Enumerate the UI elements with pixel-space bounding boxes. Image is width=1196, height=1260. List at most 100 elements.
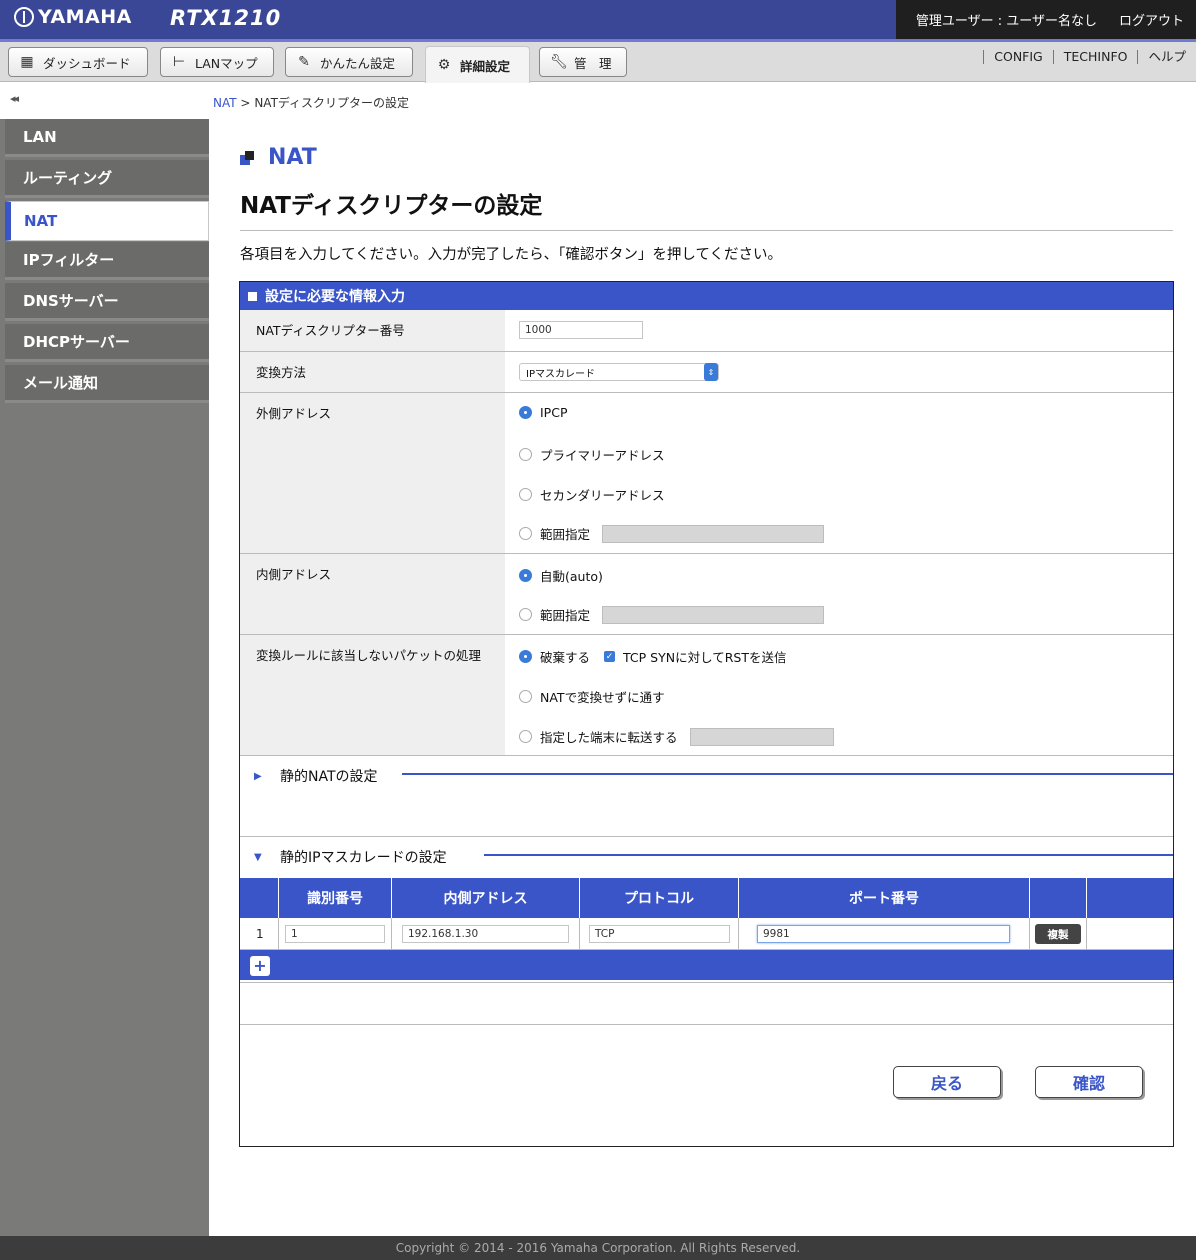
copy-button[interactable]: 複製 — [1035, 924, 1081, 944]
section-square-icon — [240, 151, 254, 165]
tab-easy-setup[interactable]: ✎ かんたん設定 — [285, 47, 413, 77]
tcp-syn-checkbox[interactable]: ✓ — [604, 651, 616, 662]
forward-host-input[interactable] — [689, 727, 834, 746]
row-descriptor-number: NATディスクリプター番号 1000 — [240, 310, 1173, 352]
top-header: YAMAHA RTX1210 管理ユーザー : ユーザー名なし ログアウト — [0, 0, 1196, 39]
back-button[interactable]: 戻る — [893, 1066, 1001, 1098]
outer-option-secondary[interactable]: セカンダリーアドレス — [519, 485, 665, 504]
user-label: 管理ユーザー : ユーザー名なし — [915, 14, 1097, 29]
lan-map-icon: ⊢ — [172, 54, 186, 70]
gear-icon: ⚙ — [437, 57, 451, 73]
wand-icon: ✎ — [298, 54, 310, 70]
radio-icon[interactable] — [519, 690, 532, 703]
row-conversion-method: 変換方法 IPマスカレード ⇕ — [240, 352, 1173, 393]
add-row-bar: + — [240, 950, 1173, 980]
descriptor-number-input[interactable]: 1000 — [519, 321, 643, 339]
user-area: 管理ユーザー : ユーザー名なし ログアウト — [896, 0, 1196, 39]
unmatched-option-discard[interactable]: 破棄する ✓ TCP SYNに対してRSTを送信 — [519, 647, 786, 666]
inner-range-input[interactable] — [602, 605, 825, 624]
square-bullet-icon — [248, 291, 257, 301]
footer-copyright: Copyright © 2014 - 2016 Yamaha Corporati… — [0, 1236, 1196, 1260]
static-masquerade-rule — [484, 854, 1173, 856]
config-link[interactable]: CONFIG — [983, 50, 1052, 64]
add-row-button[interactable]: + — [250, 956, 270, 976]
section-title: NAT — [268, 145, 317, 170]
col-header-copy — [1029, 878, 1086, 918]
sidebar-item-dns-server[interactable]: DNSサーバー — [5, 283, 209, 321]
sidebar-item-ip-filter[interactable]: IPフィルター — [5, 242, 209, 280]
row-inner-address: 内側アドレス 自動(auto) 範囲指定 — [240, 554, 1173, 635]
conversion-method-label: 変換方法 — [240, 352, 505, 392]
sidebar-item-mail-notify[interactable]: メール通知 — [5, 365, 209, 403]
dashboard-icon: ▦ — [20, 54, 34, 70]
breadcrumb-nat-link[interactable]: NAT — [213, 96, 237, 110]
inner-option-range[interactable]: 範囲指定 — [519, 605, 825, 624]
outer-option-primary[interactable]: プライマリーアドレス — [519, 445, 665, 464]
port-input[interactable]: 9981 — [757, 925, 1010, 943]
row-unmatched-packets: 変換ルールに該当しないパケットの処理 破棄する ✓ TCP SYNに対してRST… — [240, 635, 1173, 756]
static-nat-section — [240, 756, 1173, 837]
outer-address-label: 外側アドレス — [240, 393, 505, 553]
radio-icon[interactable] — [519, 730, 532, 743]
outer-option-ipcp[interactable]: IPCP — [519, 405, 568, 420]
conversion-method-select[interactable]: IPマスカレード ⇕ — [519, 363, 719, 381]
title-divider — [240, 230, 1173, 231]
wrench-icon: 🔧︎ — [550, 54, 568, 70]
tab-lan-map[interactable]: ⊢ LANマップ — [160, 47, 274, 77]
sidebar-item-dhcp-server[interactable]: DHCPサーバー — [5, 324, 209, 362]
help-link[interactable]: ヘルプ — [1137, 50, 1196, 64]
col-header-id: 識別番号 — [278, 878, 391, 918]
id-input[interactable]: 1 — [285, 925, 385, 943]
radio-icon[interactable] — [519, 608, 532, 621]
row-index: 1 — [256, 927, 264, 941]
settings-form-panel: 設定に必要な情報入力 NATディスクリプター番号 1000 変換方法 IPマスカ… — [239, 281, 1174, 1147]
form-heading: 設定に必要な情報入力 — [240, 282, 1173, 310]
radio-icon[interactable] — [519, 527, 532, 540]
yamaha-logo: YAMAHA — [14, 6, 132, 28]
collapse-arrow-icon[interactable]: ◂◂ — [10, 92, 19, 105]
row-outer-address: 外側アドレス IPCP プライマリーアドレス セカンダリーアドレス 範囲指定 — [240, 393, 1173, 554]
top-links: CONFIG TECHINFO ヘルプ — [983, 50, 1196, 64]
sidebar-item-nat[interactable]: NAT — [5, 201, 209, 241]
col-header-protocol: プロトコル — [579, 878, 738, 918]
static-masquerade-toggle[interactable]: ▼ 静的IPマスカレードの設定 — [254, 847, 447, 867]
unmatched-option-forward[interactable]: 指定した端末に転送する — [519, 727, 834, 746]
techinfo-link[interactable]: TECHINFO — [1052, 50, 1138, 64]
unmatched-packets-label: 変換ルールに該当しないパケットの処理 — [240, 635, 505, 755]
radio-checked-icon[interactable] — [519, 406, 532, 419]
page-title: NATディスクリプターの設定 — [240, 193, 543, 219]
tab-dashboard[interactable]: ▦ ダッシュボード — [8, 47, 148, 77]
radio-checked-icon[interactable] — [519, 569, 532, 582]
col-header-spacer — [1086, 878, 1173, 918]
table-footer-area — [240, 982, 1173, 1025]
select-arrows-icon: ⇕ — [704, 363, 718, 381]
outer-range-input[interactable] — [602, 524, 825, 543]
radio-icon[interactable] — [519, 488, 532, 501]
protocol-input[interactable]: TCP — [589, 925, 730, 943]
inner-option-auto[interactable]: 自動(auto) — [519, 566, 603, 585]
sidebar-item-lan[interactable]: LAN — [5, 119, 209, 157]
descriptor-number-label: NATディスクリプター番号 — [240, 310, 505, 351]
outer-option-range[interactable]: 範囲指定 — [519, 524, 825, 543]
inner-address-input[interactable]: 192.168.1.30 — [402, 925, 569, 943]
tab-advanced-settings[interactable]: ⚙ 詳細設定 — [425, 46, 530, 83]
col-header-port: ポート番号 — [738, 878, 1029, 918]
logout-link[interactable]: ログアウト — [1119, 10, 1184, 29]
table-row: 1 1 192.168.1.30 TCP 9981 複製 — [240, 918, 1173, 950]
yamaha-tuning-fork-icon — [14, 7, 34, 27]
confirm-button[interactable]: 確認 — [1035, 1066, 1143, 1098]
radio-icon[interactable] — [519, 448, 532, 461]
sidebar-collapse: ◂◂ — [0, 82, 209, 119]
collapse-arrow-icon: ▼ — [254, 851, 262, 863]
model-name: RTX1210 — [170, 6, 282, 30]
inner-address-label: 内側アドレス — [240, 554, 505, 634]
tab-management[interactable]: 🔧︎ 管 理 — [539, 47, 627, 77]
row-spacer — [1086, 918, 1173, 950]
unmatched-option-pass[interactable]: NATで変換せずに通す — [519, 687, 665, 706]
breadcrumb: NAT > NATディスクリプターの設定 — [213, 94, 409, 111]
sidebar-item-routing[interactable]: ルーティング — [5, 160, 209, 198]
breadcrumb-separator: > — [240, 96, 251, 110]
radio-checked-icon[interactable] — [519, 650, 532, 663]
breadcrumb-current: NATディスクリプターの設定 — [254, 96, 410, 110]
tcp-syn-label: TCP SYNに対してRSTを送信 — [623, 650, 787, 665]
